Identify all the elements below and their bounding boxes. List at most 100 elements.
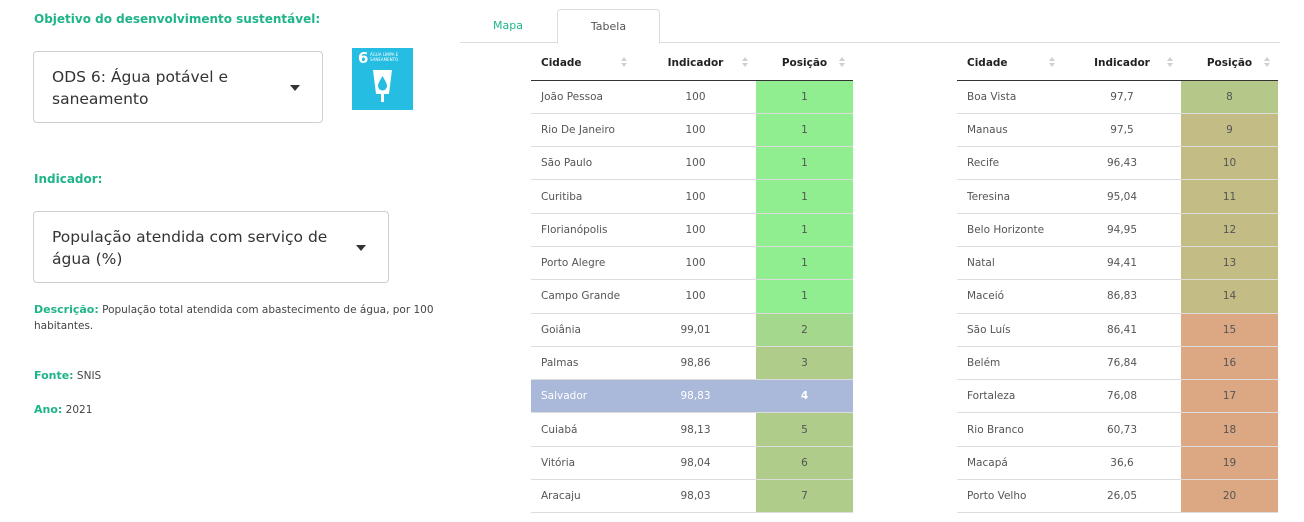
position-cell: 3 (756, 346, 853, 381)
table-row: Porto Alegre 100 1 (531, 246, 853, 281)
city-cell: Palmas (531, 346, 635, 381)
year: Ano: 2021 (34, 403, 92, 416)
indicator-label: Indicador: (34, 172, 103, 186)
indicator-cell: 100 (635, 246, 756, 281)
indicator-cell: 96,43 (1063, 146, 1181, 181)
indicator-cell: 76,08 (1063, 379, 1181, 414)
position-cell: 7 (756, 479, 853, 514)
table-row: Recife 96,43 10 (957, 146, 1278, 181)
city-cell: Porto Velho (957, 479, 1063, 514)
position-cell: 1 (756, 80, 853, 114)
city-cell: Rio De Janeiro (531, 113, 635, 148)
indicator-cell: 94,41 (1063, 246, 1181, 281)
sort-icon[interactable] (839, 57, 845, 69)
caret-down-icon (356, 245, 366, 251)
position-cell: 20 (1181, 479, 1278, 514)
column-header-cidade[interactable]: Cidade (957, 47, 1063, 81)
indicator-select-value: População atendida com serviço de água (… (52, 228, 328, 268)
position-cell: 18 (1181, 412, 1278, 447)
indicator-cell: 98,86 (635, 346, 756, 381)
city-cell: João Pessoa (531, 80, 635, 114)
position-cell: 9 (1181, 113, 1278, 148)
indicator-cell: 100 (635, 179, 756, 214)
table-row: Aracaju 98,03 7 (531, 479, 853, 514)
city-cell: Recife (957, 146, 1063, 181)
indicator-cell: 99,01 (635, 313, 756, 347)
position-cell: 1 (756, 113, 853, 148)
table-row: Goiânia 99,01 2 (531, 313, 853, 347)
city-cell: Fortaleza (957, 379, 1063, 414)
city-cell: Florianópolis (531, 213, 635, 247)
sort-icon[interactable] (742, 57, 748, 69)
table-row: São Paulo 100 1 (531, 146, 853, 181)
column-header-indicador[interactable]: Indicador (1063, 47, 1181, 81)
city-cell: Belo Horizonte (957, 213, 1063, 247)
table-row: Maceió 86,83 14 (957, 279, 1278, 314)
objective-select[interactable]: ODS 6: Água potável e saneamento (33, 51, 323, 123)
city-cell: Aracaju (531, 479, 635, 514)
table-row: Vitória 98,04 6 (531, 446, 853, 481)
city-cell: Belém (957, 346, 1063, 381)
city-cell: Natal (957, 246, 1063, 281)
description-label: Descrição: (34, 303, 99, 316)
indicator-select[interactable]: População atendida com serviço de água (… (33, 211, 389, 283)
indicator-cell: 100 (635, 213, 756, 247)
ranking-table-right: Cidade Indicador Posição Boa Vista 97,7 8 M… (957, 47, 1278, 514)
position-cell: 8 (1181, 80, 1278, 114)
table-row: Boa Vista 97,7 8 (957, 80, 1278, 114)
table-row: São Luís 86,41 15 (957, 313, 1278, 347)
city-cell: Cuiabá (531, 412, 635, 447)
city-cell: Curitiba (531, 179, 635, 214)
table-row: Fortaleza 76,08 17 (957, 379, 1278, 414)
water-drop-icon (373, 70, 392, 102)
indicator-cell: 76,84 (1063, 346, 1181, 381)
city-cell: Rio Branco (957, 412, 1063, 447)
position-cell: 1 (756, 146, 853, 181)
position-cell: 2 (756, 313, 853, 347)
table-row: Palmas 98,86 3 (531, 346, 853, 381)
indicator-cell: 26,05 (1063, 479, 1181, 514)
table-row: Belo Horizonte 94,95 12 (957, 213, 1278, 247)
indicator-cell: 86,83 (1063, 279, 1181, 314)
sort-icon[interactable] (1049, 57, 1055, 69)
position-cell: 1 (756, 279, 853, 314)
position-cell: 6 (756, 446, 853, 481)
indicator-cell: 86,41 (1063, 313, 1181, 347)
indicator-cell: 100 (635, 113, 756, 148)
column-header-posicao[interactable]: Posição (1181, 47, 1278, 81)
position-cell: 15 (1181, 313, 1278, 347)
column-header-cidade[interactable]: Cidade (531, 47, 635, 81)
year-value: 2021 (65, 404, 93, 416)
table-row: Manaus 97,5 9 (957, 113, 1278, 148)
table-row: Salvador 98,83 4 (531, 379, 853, 414)
table-row: Porto Velho 26,05 20 (957, 479, 1278, 514)
tab-mapa[interactable]: Mapa (460, 9, 556, 43)
table-row: Teresina 95,04 11 (957, 179, 1278, 214)
table-row: Rio De Janeiro 100 1 (531, 113, 853, 148)
position-cell: 1 (756, 213, 853, 247)
city-cell: Vitória (531, 446, 635, 481)
sort-icon[interactable] (1264, 57, 1270, 69)
column-header-indicador[interactable]: Indicador (635, 47, 756, 81)
position-cell: 12 (1181, 213, 1278, 247)
objective-select-value: ODS 6: Água potável e saneamento (52, 68, 228, 108)
table-row: Natal 94,41 13 (957, 246, 1278, 281)
column-header-posicao[interactable]: Posição (756, 47, 853, 81)
indicator-cell: 97,5 (1063, 113, 1181, 148)
table-row: Florianópolis 100 1 (531, 213, 853, 247)
city-cell: São Luís (957, 313, 1063, 347)
position-cell: 10 (1181, 146, 1278, 181)
city-cell: Goiânia (531, 313, 635, 347)
indicator-cell: 98,83 (635, 379, 756, 414)
source-value: SNIS (76, 370, 102, 382)
sort-icon[interactable] (1167, 57, 1173, 69)
position-cell: 19 (1181, 446, 1278, 481)
tab-tabela[interactable]: Tabela (557, 9, 660, 44)
source: Fonte: SNIS (34, 369, 101, 382)
year-label: Ano: (34, 403, 63, 416)
sort-icon[interactable] (621, 57, 627, 69)
tab-bar: Mapa Tabela (460, 9, 1280, 44)
sdg-6-icon: 6 ÁGUA LIMPA E SANEAMENTO (352, 48, 413, 110)
city-cell: Maceió (957, 279, 1063, 314)
table-row: Rio Branco 60,73 18 (957, 412, 1278, 447)
